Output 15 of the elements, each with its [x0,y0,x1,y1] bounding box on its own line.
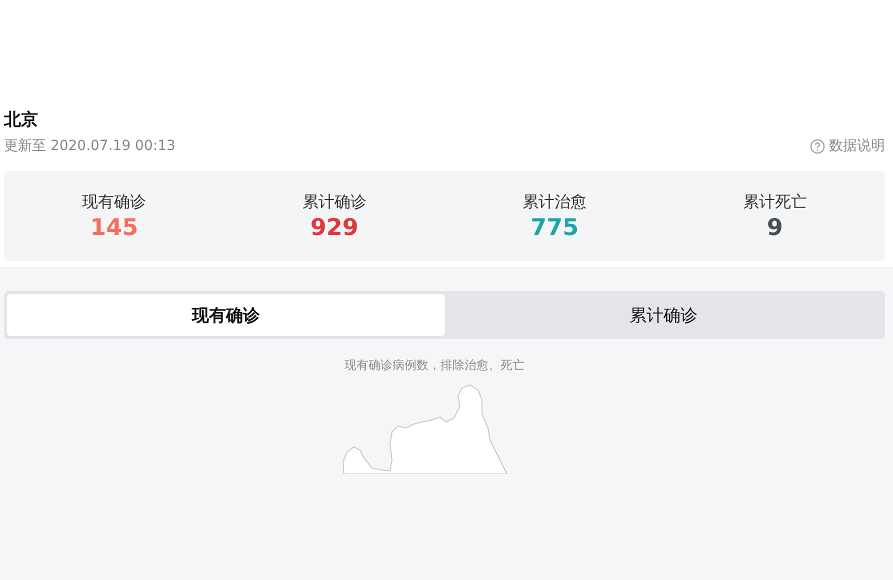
stat-value: 775 [530,214,579,240]
stat-label: 累计死亡 [742,192,807,212]
stat-label: 累计确诊 [302,192,366,212]
stat-value: 9 [766,214,783,240]
region-title: 北京 [4,109,39,132]
data-info-link[interactable]: 数据说明 [810,137,885,155]
help-icon [810,138,825,154]
stat-value: 145 [90,214,138,240]
map-note: 现有确诊病例数，排除治愈、死亡 [344,357,524,374]
stat-value: 929 [310,214,358,240]
tab[interactable]: 现有确诊 [7,294,444,336]
stat-label: 现有确诊 [82,192,146,212]
tab[interactable]: 累计确诊 [444,294,882,336]
stat-label: 累计治愈 [522,192,587,212]
update-time: 更新至 2020.07.19 00:13 [4,137,176,155]
